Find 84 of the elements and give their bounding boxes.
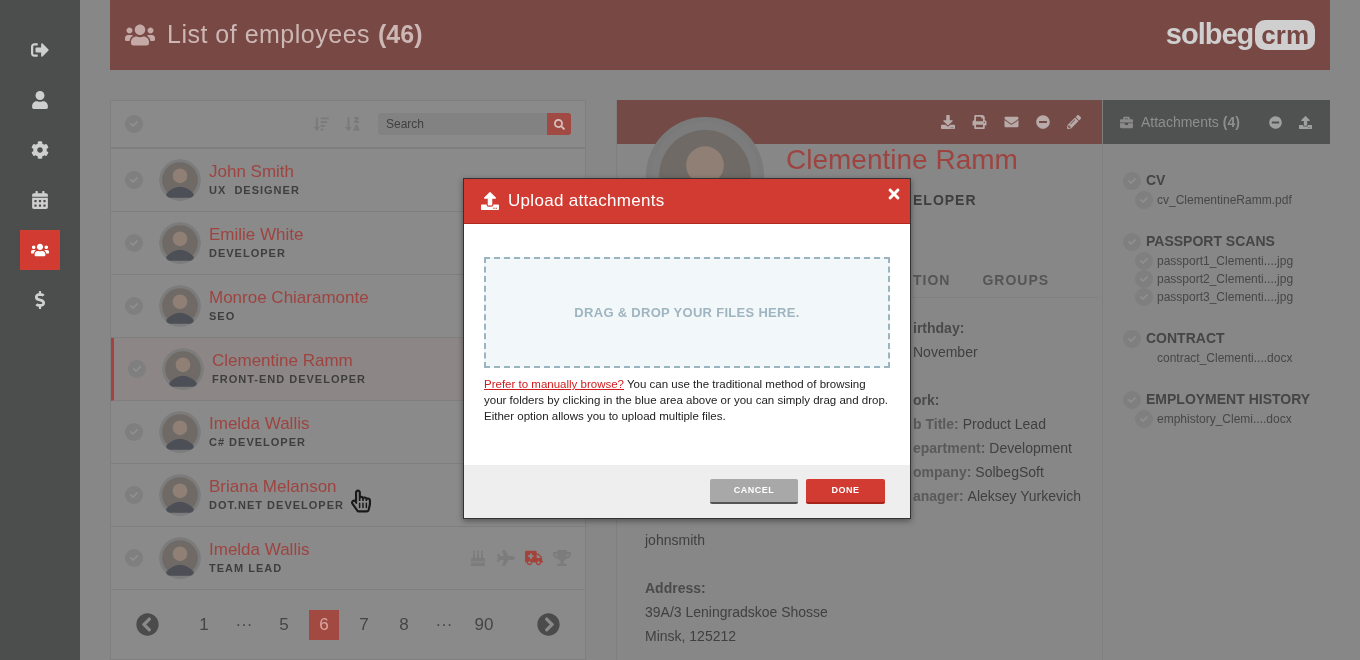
file-name[interactable]: passport1_Clementi....jpg bbox=[1157, 252, 1294, 270]
file-name[interactable]: passport3_Clementi....jpg bbox=[1157, 288, 1294, 306]
page-link[interactable]: 8 bbox=[389, 609, 419, 640]
page-link[interactable]: 1 bbox=[189, 609, 219, 640]
employee-name: Briana Melanson bbox=[209, 476, 338, 497]
user-icon bbox=[31, 91, 49, 109]
group-title: PASSPORT SCANS bbox=[1146, 232, 1275, 251]
group-title: CONTRACT bbox=[1146, 329, 1225, 348]
search-icon bbox=[553, 118, 565, 130]
settings-icon bbox=[31, 141, 49, 159]
file-name[interactable]: passport2_Clementi....jpg bbox=[1157, 270, 1294, 288]
field-value: johnsmith bbox=[645, 531, 706, 550]
field-label: irthday: bbox=[913, 319, 966, 338]
employee-role: DOT.NET DEVELOPER bbox=[209, 497, 344, 513]
employee-name: Monroe Chiaramonte bbox=[209, 287, 369, 308]
page-link[interactable]: 90 bbox=[469, 609, 499, 640]
print-icon[interactable] bbox=[972, 115, 987, 129]
avatar bbox=[159, 474, 201, 516]
field-value: Aleksey Yurkevich bbox=[967, 487, 1081, 506]
section-label: ork: bbox=[913, 391, 941, 410]
avatar bbox=[159, 285, 201, 327]
employee-name: Imelda Wallis bbox=[209, 413, 310, 434]
sidebar-item[interactable] bbox=[20, 230, 60, 270]
page-link[interactable]: ··· bbox=[429, 609, 459, 640]
field-label: Address: bbox=[645, 579, 707, 598]
group-title: EMPLOYMENT HISTORY bbox=[1146, 390, 1311, 409]
group-title: CV bbox=[1146, 171, 1166, 190]
next-page-icon[interactable] bbox=[537, 613, 560, 636]
avatar bbox=[159, 159, 201, 201]
previous-page-icon[interactable] bbox=[136, 613, 159, 636]
cursor-icon bbox=[351, 489, 371, 513]
calendar-icon bbox=[31, 191, 49, 209]
employee-role: TEAM LEAD bbox=[209, 560, 284, 576]
field-value: Development bbox=[989, 439, 1072, 458]
upload-icon[interactable] bbox=[1299, 115, 1312, 129]
employee-count: (46) bbox=[378, 19, 423, 51]
page-link[interactable]: 6 bbox=[309, 609, 339, 640]
edit-icon[interactable] bbox=[1067, 115, 1081, 129]
address-line: 39A/3 Leningradskoe Shosse bbox=[645, 603, 829, 622]
done-button[interactable]: DONE bbox=[806, 479, 885, 504]
file-name[interactable]: emphistory_Clemi....docx bbox=[1157, 410, 1292, 428]
employee-role: C# DEVELOPER bbox=[209, 434, 307, 450]
employee-role: FRONT-END DEVELOPER bbox=[212, 371, 367, 387]
employee-row[interactable]: Imelda Wallis TEAM LEAD bbox=[111, 527, 585, 590]
drop-zone[interactable]: DRAG & DROP YOUR FILES HERE. bbox=[484, 257, 890, 368]
page-link[interactable]: 5 bbox=[269, 609, 299, 640]
employee-role: DEVELOPER bbox=[209, 245, 287, 261]
avatar bbox=[159, 537, 201, 579]
cancel-button[interactable]: CANCEL bbox=[710, 479, 798, 504]
upload-icon bbox=[480, 192, 500, 210]
attachments-title: Attachments bbox=[1141, 112, 1219, 132]
file-name[interactable]: contract_Clementi....docx bbox=[1157, 349, 1293, 367]
avatar bbox=[159, 411, 201, 453]
employee-role: UX DESIGNER bbox=[209, 182, 300, 198]
employee-name: Clementine Ramm bbox=[786, 144, 1018, 176]
logo-badge: crm bbox=[1255, 20, 1315, 50]
sign-out-icon bbox=[31, 41, 49, 59]
briefcase-icon bbox=[1119, 115, 1134, 129]
field-value: November bbox=[913, 343, 979, 362]
page-link[interactable]: ··· bbox=[229, 609, 259, 640]
search-button[interactable] bbox=[547, 113, 571, 135]
field-value: Product Lead bbox=[962, 415, 1046, 434]
people-icon bbox=[31, 241, 49, 259]
avatar bbox=[162, 348, 204, 390]
page-title: List of employees bbox=[167, 19, 371, 51]
employee-name: Imelda Wallis bbox=[209, 539, 310, 560]
file-name[interactable]: cv_ClementineRamm.pdf bbox=[1157, 191, 1292, 209]
page-link[interactable]: 7 bbox=[349, 609, 379, 640]
employee-role: SEO bbox=[209, 308, 237, 324]
attachments-count: (4) bbox=[1222, 112, 1240, 132]
field-value: SolbegSoft bbox=[975, 463, 1044, 482]
employee-role: ELOPER bbox=[913, 192, 978, 208]
ambulance-icon[interactable] bbox=[525, 550, 543, 566]
employee-name: Emilie White bbox=[209, 224, 304, 245]
search-field[interactable]: Search bbox=[378, 113, 547, 135]
mail-icon[interactable] bbox=[1004, 115, 1019, 129]
close-icon bbox=[886, 186, 902, 202]
people-icon bbox=[125, 22, 155, 48]
logo-text: solbeg bbox=[1165, 17, 1254, 53]
employee-name: John Smith bbox=[209, 161, 296, 182]
employee-name: Clementine Ramm bbox=[212, 350, 354, 371]
address-line: Minsk, 125212 bbox=[645, 627, 738, 646]
download-icon[interactable] bbox=[941, 115, 955, 129]
avatar bbox=[159, 222, 201, 264]
